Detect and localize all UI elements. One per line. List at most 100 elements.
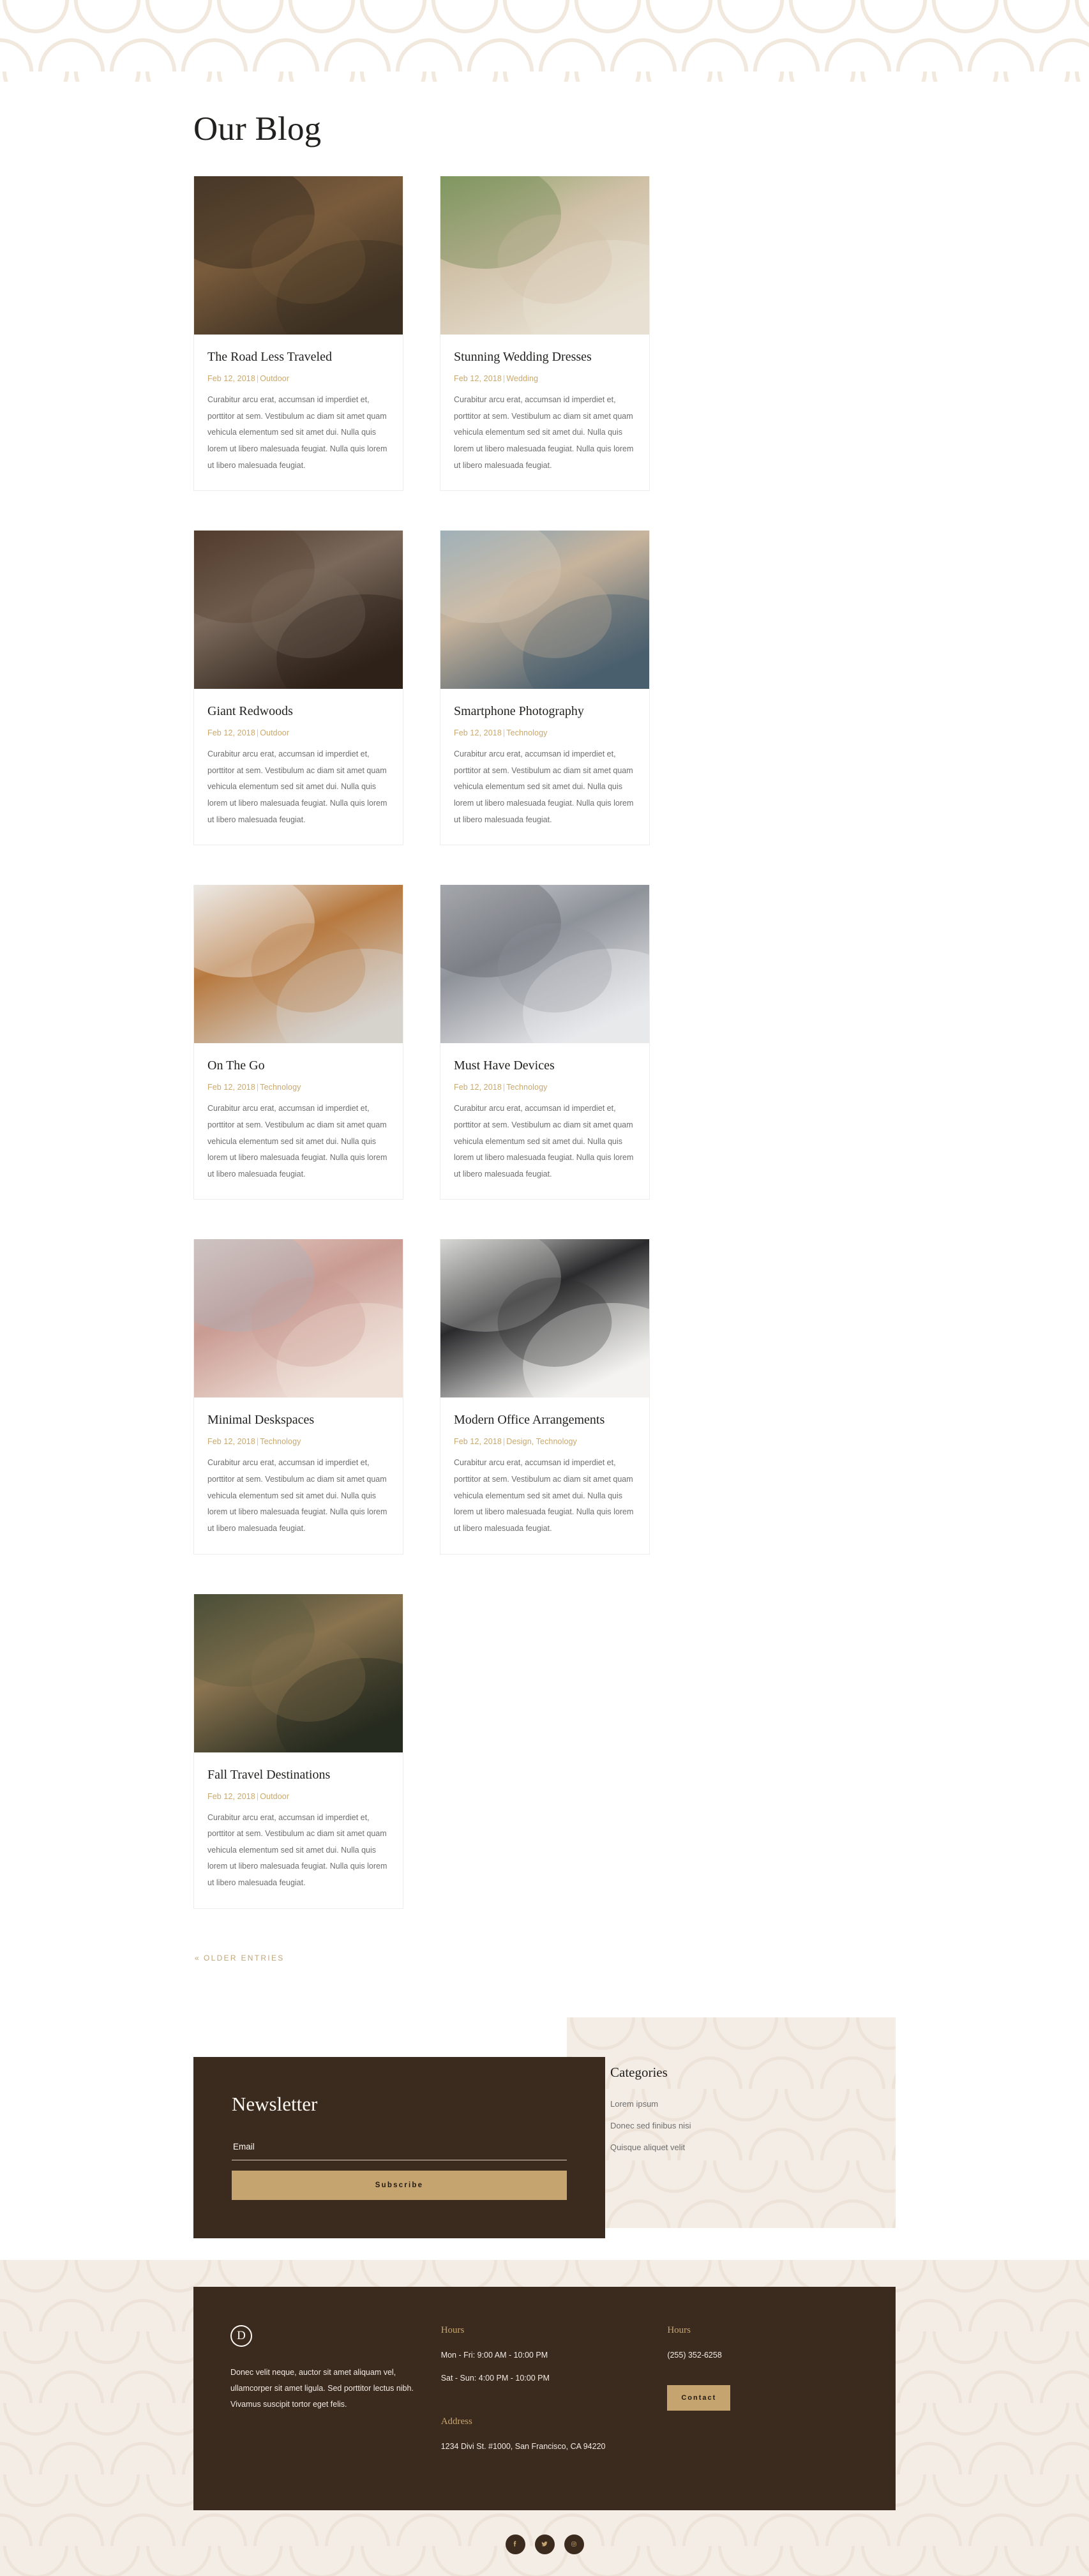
post-date[interactable]: Feb 12, 2018 [454,374,502,383]
post-body: Minimal Deskspaces Feb 12, 2018 | Technolo… [194,1397,403,1553]
newsletter-categories-section: Categories Lorem ipsum Donec sed finibus … [193,2017,896,2260]
post-thumbnail-link[interactable] [194,1593,403,1752]
older-entries-link[interactable]: «Older Entries [193,1948,285,1962]
post-title[interactable]: Must Have Devices [454,1057,636,1074]
blog-post-card[interactable]: The Road Less Traveled Feb 12, 2018 | Outd… [193,176,403,492]
social-link-instagram[interactable] [564,2534,584,2554]
post-categories[interactable]: Outdoor [260,1792,289,1801]
post-body: Must Have Devices Feb 12, 2018 | Technolog… [440,1043,649,1199]
post-thumbnail-link[interactable] [440,531,649,689]
footer-hours-heading: Hours [440,2324,465,2335]
footer-band: D Donec velit neque, auctor sit amet ali… [0,2260,1089,2576]
blog-post-card[interactable]: Modern Office Arrangements Feb 12, 2018 |… [440,1239,650,1555]
post-thumbnail-link[interactable] [440,176,649,335]
footer-spacer [441,2395,668,2416]
instagram-icon [571,2542,576,2547]
post-categories[interactable]: Design, Technology [506,1437,577,1446]
footer-address-line: 1234 Divi St. #1000, San Francisco, CA 9… [440,2442,606,2452]
newsletter-email-input[interactable] [232,2141,567,2160]
post-title[interactable]: Stunning Wedding Dresses [454,349,636,366]
post-meta: Feb 12, 2018 | Wedding [454,374,636,383]
post-meta: Feb 12, 2018 | Outdoor [207,728,389,737]
post-thumbnail-link[interactable] [194,1239,403,1398]
post-categories[interactable]: Technology [260,1083,301,1092]
social-link-facebook[interactable] [505,2534,525,2554]
top-decorative-pattern-band [0,0,1089,82]
post-excerpt: Curabitur arcu erat, accumsan id imperdi… [454,1104,634,1179]
category-link[interactable]: Lorem ipsum [610,2099,658,2109]
post-categories[interactable]: Wedding [506,374,538,383]
post-excerpt: Curabitur arcu erat, accumsan id imperdi… [207,1104,387,1179]
post-meta: Feb 12, 2018 | Technology [454,728,636,737]
blog-post-card[interactable]: Stunning Wedding Dresses Feb 12, 2018 | We… [440,176,650,492]
category-link[interactable]: Donec sed finibus nisi [610,2121,691,2130]
post-date[interactable]: Feb 12, 2018 [207,728,255,737]
footer-column-brand: D Donec velit neque, auctor sit amet ali… [230,2324,441,2463]
post-date[interactable]: Feb 12, 2018 [207,374,255,383]
footer-phone-heading: Hours [667,2324,691,2335]
post-thumbnail-link[interactable] [194,176,403,335]
blog-post-card[interactable]: On The Go Feb 12, 2018 | Technology Curabi… [193,885,403,1200]
post-thumbnail-link[interactable] [194,531,403,689]
post-date[interactable]: Feb 12, 2018 [454,1437,502,1446]
blog-post-card[interactable]: Fall Travel Destinations Feb 12, 2018 | Ou… [193,1593,403,1909]
facebook-icon [513,2541,516,2547]
category-link[interactable]: Quisque aliquet velit [610,2143,685,2152]
post-categories[interactable]: Technology [506,728,547,737]
post-meta: Feb 12, 2018 | Technology [207,1437,389,1446]
footer-column-hours-address: Hours Mon - Fri: 9:00 AM - 10:00 PM Sat … [441,2325,668,2463]
post-meta: Feb 12, 2018 | Outdoor [207,1792,389,1801]
post-body: The Road Less Traveled Feb 12, 2018 | Outd… [194,335,403,490]
content-container: Our Blog The Road Less Traveled Feb 12, … [193,82,896,2260]
footer-column-contact: Hours (255) 352-6258 Contact [667,2325,859,2463]
post-date[interactable]: Feb 12, 2018 [207,1083,255,1092]
post-title[interactable]: Smartphone Photography [454,703,636,720]
post-title[interactable]: Modern Office Arrangements [454,1412,636,1429]
twitter-icon [541,2542,548,2547]
blog-post-card[interactable]: Smartphone Photography Feb 12, 2018 | Tech… [440,531,650,846]
post-categories[interactable]: Technology [506,1083,547,1092]
category-list-item: Donec sed finibus nisi [610,2120,896,2132]
category-list-item: Quisque aliquet velit [610,2142,896,2153]
post-date[interactable]: Feb 12, 2018 [454,728,502,737]
post-categories[interactable]: Outdoor [260,374,289,383]
categories-list: Lorem ipsum Donec sed finibus nisi Quisque… [610,2098,896,2153]
post-title[interactable]: Fall Travel Destinations [207,1766,389,1784]
page-title: Our Blog [193,110,322,147]
page-body: Our Blog The Road Less Traveled Feb 12, … [0,82,1089,2260]
blog-post-card[interactable]: Must Have Devices Feb 12, 2018 | Technolog… [440,885,650,1200]
post-date[interactable]: Feb 12, 2018 [454,1083,502,1092]
post-body: Smartphone Photography Feb 12, 2018 | Tech… [440,689,649,845]
older-entries-label: Older Entries [203,1953,285,1962]
category-list-item: Lorem ipsum [610,2098,896,2110]
post-thumbnail-link[interactable] [194,885,403,1044]
footer-description: Donec velit neque, auctor sit amet aliqu… [230,2367,414,2409]
post-thumbnail-link[interactable] [440,885,649,1044]
footer-main: D Donec velit neque, auctor sit amet ali… [193,2286,896,2510]
social-links-row [0,2510,1089,2554]
post-categories[interactable]: Technology [260,1437,301,1446]
blog-post-card[interactable]: Giant Redwoods Feb 12, 2018 | Outdoor Cura… [193,531,403,846]
contact-button[interactable]: Contact [667,2385,731,2411]
post-excerpt: Curabitur arcu erat, accumsan id imperdi… [454,395,634,470]
post-excerpt: Curabitur arcu erat, accumsan id imperdi… [207,1812,387,1888]
post-date[interactable]: Feb 12, 2018 [207,1792,255,1801]
post-meta: Feb 12, 2018 | Outdoor [207,374,389,383]
post-title[interactable]: Giant Redwoods [207,703,389,720]
post-excerpt: Curabitur arcu erat, accumsan id imperdi… [454,749,634,824]
subscribe-button[interactable]: Subscribe [232,2170,567,2200]
post-date[interactable]: Feb 12, 2018 [207,1437,255,1446]
post-excerpt: Curabitur arcu erat, accumsan id imperdi… [207,749,387,824]
post-body: Modern Office Arrangements Feb 12, 2018 |… [440,1397,649,1553]
post-thumbnail-link[interactable] [440,1239,649,1398]
blog-post-card[interactable]: Minimal Deskspaces Feb 12, 2018 | Technolo… [193,1239,403,1555]
post-meta: Feb 12, 2018 | Design, Technology [454,1437,636,1446]
post-title[interactable]: The Road Less Traveled [207,349,389,366]
post-categories[interactable]: Outdoor [260,728,289,737]
post-title[interactable]: Minimal Deskspaces [207,1412,389,1429]
categories-title: Categories [610,2064,668,2080]
divi-logo-icon: D [230,2324,252,2347]
post-title[interactable]: On The Go [207,1057,389,1074]
footer-phone-number: (255) 352-6258 [667,2350,722,2360]
social-link-twitter[interactable] [534,2534,555,2554]
